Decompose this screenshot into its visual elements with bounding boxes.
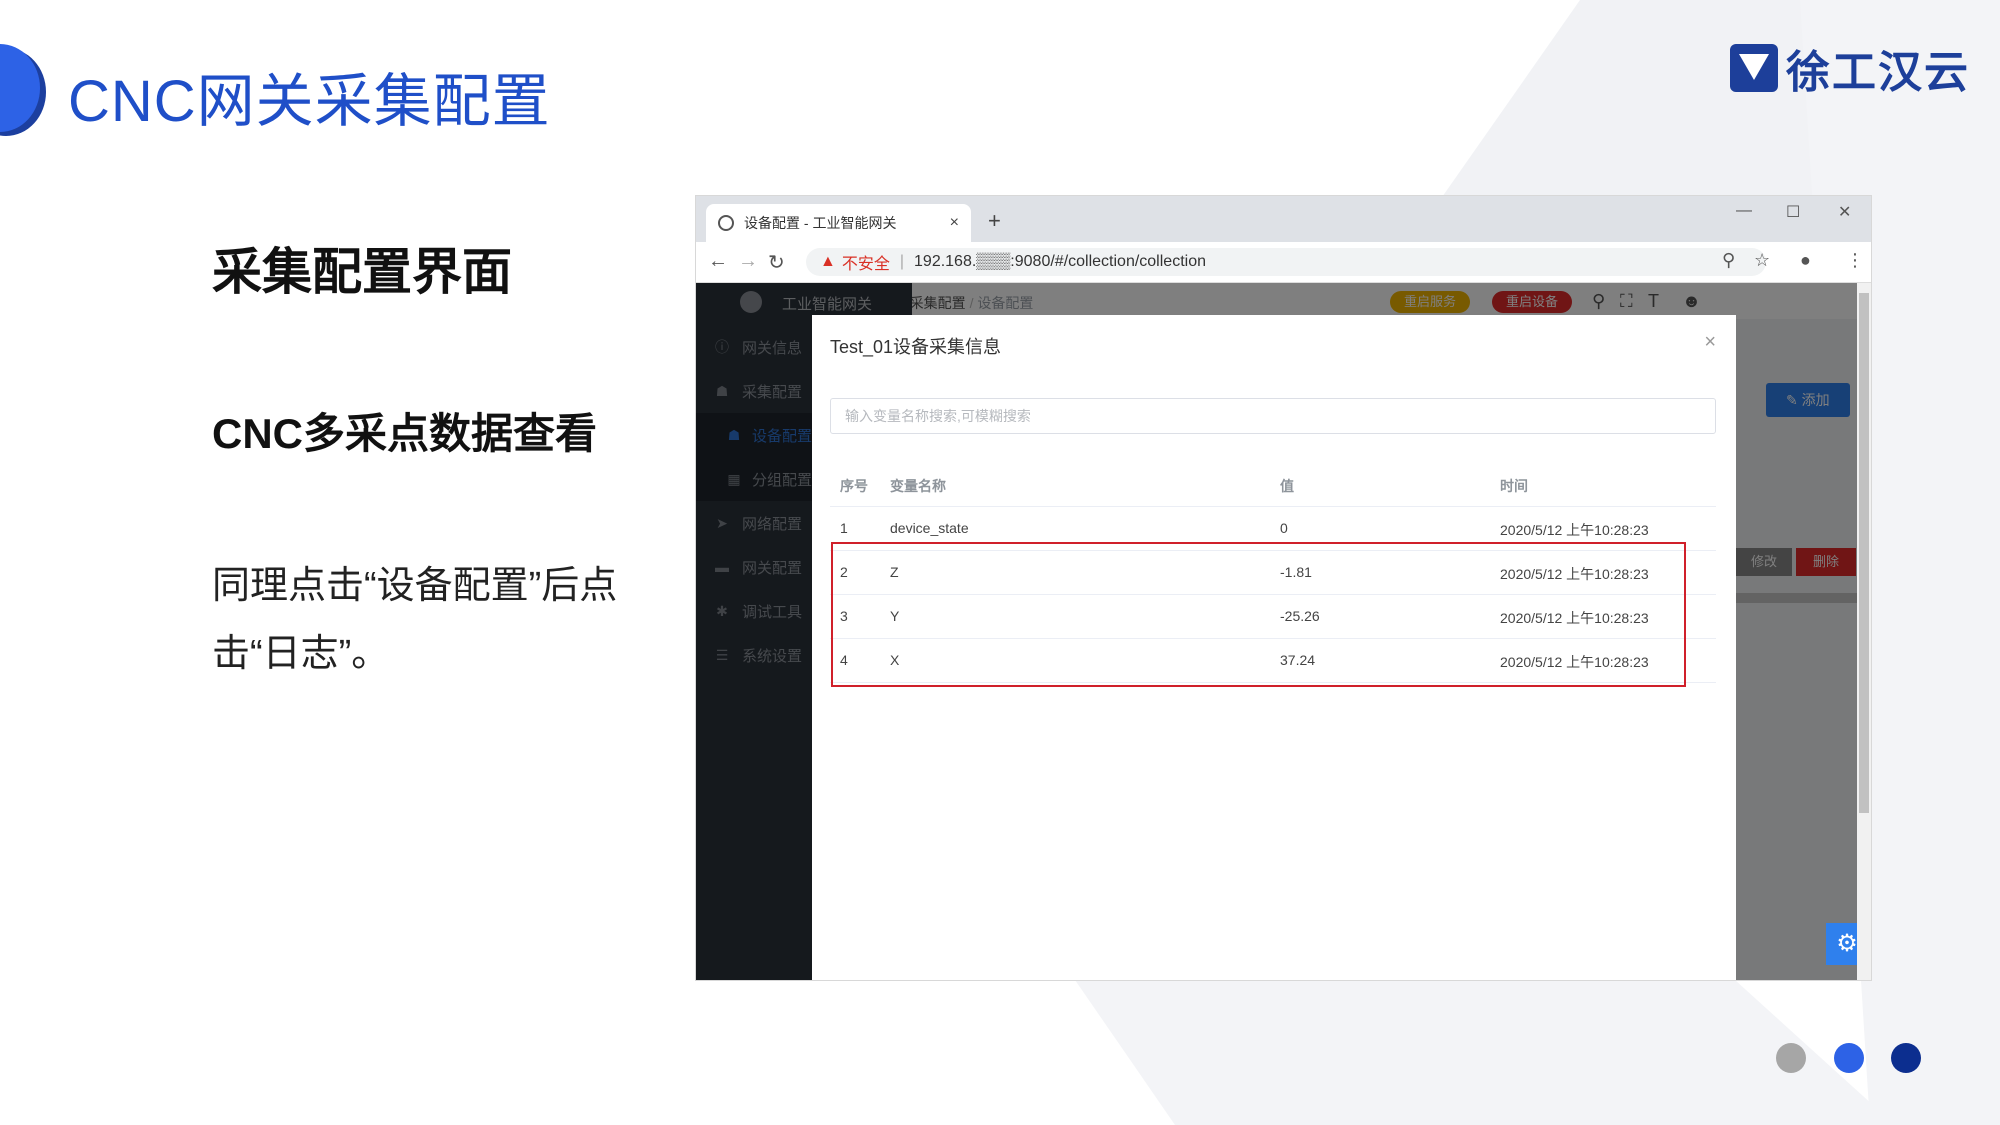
column-header: 变量名称 — [890, 478, 946, 494]
pagination-dot — [1776, 1043, 1806, 1073]
logo-text: 徐工汉云 — [1786, 48, 1970, 97]
menu-dots-icon[interactable]: ⋮ — [1846, 250, 1864, 271]
column-header: 序号 — [840, 478, 868, 494]
title-bullet — [0, 44, 40, 132]
section-heading: 采集配置界面 — [212, 244, 512, 300]
back-icon[interactable]: ← — [708, 250, 728, 273]
instruction-text: 同理点击“设备配置”后点击“日志”。 — [212, 565, 618, 675]
bookmark-star-icon[interactable]: ☆ — [1754, 250, 1770, 271]
variable-search-input[interactable] — [830, 398, 1716, 434]
security-label: 不安全 — [841, 256, 890, 273]
company-logo: 徐工汉云 — [1730, 36, 1970, 100]
profile-icon[interactable]: ● — [1800, 250, 1811, 271]
browser-tab[interactable]: 设备配置 - 工业智能网关 × — [706, 204, 971, 242]
warning-icon: ▲ — [820, 253, 836, 270]
zoom-icon[interactable]: ⚲ — [1722, 250, 1735, 271]
table-header: 序号 变量名称 值 时间 — [830, 463, 1716, 507]
url-text: 192.168.▒▒▒:9080/#/collection/collection — [914, 253, 1206, 270]
close-tab-icon[interactable]: × — [950, 214, 959, 232]
cell-index: 1 — [840, 520, 848, 536]
close-icon[interactable]: × — [1704, 331, 1716, 354]
globe-icon — [718, 215, 734, 231]
tab-strip: 设备配置 - 工业智能网关 × + — ☐ ✕ — [696, 196, 1871, 242]
logo-icon — [1730, 44, 1778, 92]
pagination-dot — [1834, 1043, 1864, 1073]
minimize-icon[interactable]: — — [1736, 202, 1752, 220]
cell-name: device_state — [890, 520, 969, 536]
section-subheading: CNC多采点数据查看 — [212, 410, 597, 457]
url-separator: | — [899, 253, 905, 270]
cell-value: 0 — [1280, 520, 1288, 536]
new-tab-button[interactable]: + — [988, 208, 1001, 234]
pagination-dot — [1891, 1043, 1921, 1073]
column-header: 时间 — [1500, 478, 1528, 494]
highlight-box — [831, 542, 1686, 687]
dialog-title: Test_01设备采集信息 — [830, 337, 1002, 357]
address-bar-row: ← → ↻ ▲ 不安全 | 192.168.▒▒▒:9080/#/collect… — [696, 242, 1871, 283]
vertical-scrollbar[interactable] — [1857, 283, 1871, 980]
scrollbar-thumb[interactable] — [1859, 293, 1869, 813]
forward-icon[interactable]: → — [738, 250, 758, 273]
maximize-icon[interactable]: ☐ — [1786, 202, 1800, 222]
address-bar[interactable]: ▲ 不安全 | 192.168.▒▒▒:9080/#/collection/co… — [806, 248, 1766, 276]
slide-title: CNC网关采集配置 — [68, 69, 551, 134]
tab-title: 设备配置 - 工业智能网关 — [744, 215, 897, 231]
cell-time: 2020/5/12 上午10:28:23 — [1500, 522, 1649, 538]
reload-icon[interactable]: ↻ — [768, 250, 785, 275]
column-header: 值 — [1280, 478, 1294, 494]
close-window-icon[interactable]: ✕ — [1838, 202, 1851, 222]
